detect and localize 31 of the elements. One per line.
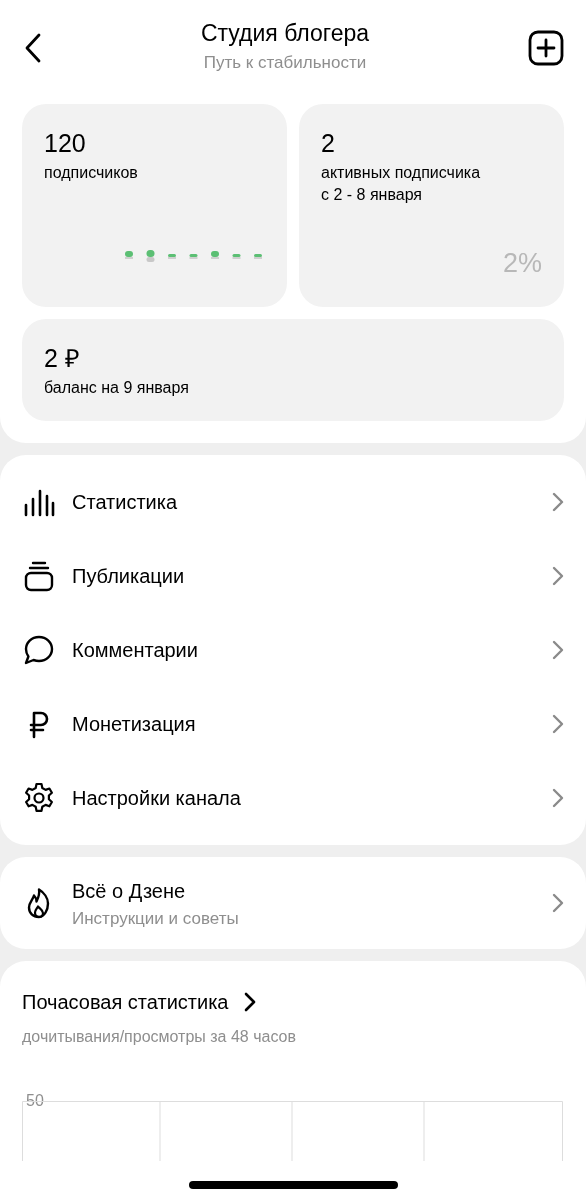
stat-card[interactable]: 120 подписчиков bbox=[22, 104, 287, 307]
stat-label: подписчиков bbox=[44, 163, 139, 183]
chevron-icon bbox=[552, 788, 564, 809]
chevron-icon bbox=[552, 492, 564, 513]
balance-card[interactable]: 2 ₽ баланс на 9 января bbox=[22, 319, 564, 422]
chevron-icon bbox=[552, 714, 564, 735]
back-icon[interactable] bbox=[24, 32, 42, 64]
menu-item-subtitle: Инструкции и советы bbox=[72, 907, 240, 930]
chevron-icon[interactable] bbox=[244, 992, 257, 1013]
page-subtitle: Путь к стабильности bbox=[202, 51, 368, 74]
stat-percent: 2% bbox=[502, 246, 542, 280]
stat-value: 2 bbox=[321, 128, 336, 158]
menu-item[interactable]: Публикации bbox=[0, 539, 586, 614]
menu-item[interactable]: Монетизация bbox=[0, 687, 586, 762]
page-title: Студия блогера bbox=[200, 20, 370, 46]
stack-icon bbox=[22, 559, 56, 594]
menu-item[interactable]: Статистика bbox=[0, 465, 586, 540]
section-title[interactable]: Почасовая статистика bbox=[22, 987, 229, 1018]
chevron-icon bbox=[552, 640, 564, 661]
stat-card[interactable]: 2 активных подписчика с 2 - 8 января 2% bbox=[299, 104, 564, 307]
section-subtitle: дочитывания/просмотры за 48 часов bbox=[22, 1027, 297, 1048]
menu-item-title: Всё о Дзене bbox=[72, 878, 187, 904]
balance-value: 2 ₽ bbox=[44, 343, 81, 373]
menu-item[interactable]: Настройки канала bbox=[0, 761, 586, 836]
stat-value: 120 bbox=[44, 128, 87, 158]
menu-item[interactable]: Комментарии bbox=[0, 613, 586, 688]
stat-label: активных подписчика с 2 - 8 января bbox=[321, 163, 482, 206]
balance-label: баланс на 9 января bbox=[44, 378, 190, 398]
add-icon[interactable] bbox=[528, 30, 564, 66]
chevron-icon bbox=[552, 566, 564, 587]
chevron-icon bbox=[552, 893, 564, 914]
